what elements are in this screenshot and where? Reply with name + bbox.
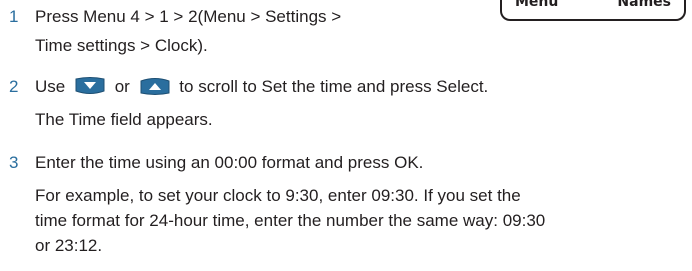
phone-screen-softkeys: Menu Names bbox=[500, 0, 686, 21]
step-number: 3 bbox=[9, 153, 19, 172]
step-instruction-line: Time settings > Clock). bbox=[35, 36, 208, 55]
scroll-up-key-icon bbox=[139, 76, 171, 96]
instruction-text: Use bbox=[35, 77, 66, 96]
step-instruction-line: Press Menu 4 > 1 > 2(Menu > Settings > bbox=[35, 7, 342, 26]
step-note-line: For example, to set your clock to 9:30, … bbox=[35, 186, 521, 205]
step-number: 2 bbox=[9, 77, 19, 96]
manual-page: Menu Names 1 Press Menu 4 > 1 > 2(Menu >… bbox=[0, 0, 692, 271]
step-note-line: time format for 24-hour time, enter the … bbox=[35, 211, 546, 230]
step-note: The Time field appears. bbox=[35, 110, 213, 129]
instruction-text: or bbox=[114, 77, 130, 96]
menu-softkey-label: Menu bbox=[515, 0, 559, 10]
instruction-text: to scroll to Set the time and press Sele… bbox=[179, 77, 489, 96]
step-instruction: Use or to scroll to Set the time and pre… bbox=[35, 75, 488, 99]
names-softkey-label: Names bbox=[617, 0, 671, 10]
scroll-down-key-icon bbox=[74, 76, 106, 96]
step-number: 1 bbox=[9, 7, 19, 26]
step-note-line: or 23:12. bbox=[35, 236, 103, 255]
step-instruction: Enter the time using an 00:00 format and… bbox=[35, 153, 424, 172]
